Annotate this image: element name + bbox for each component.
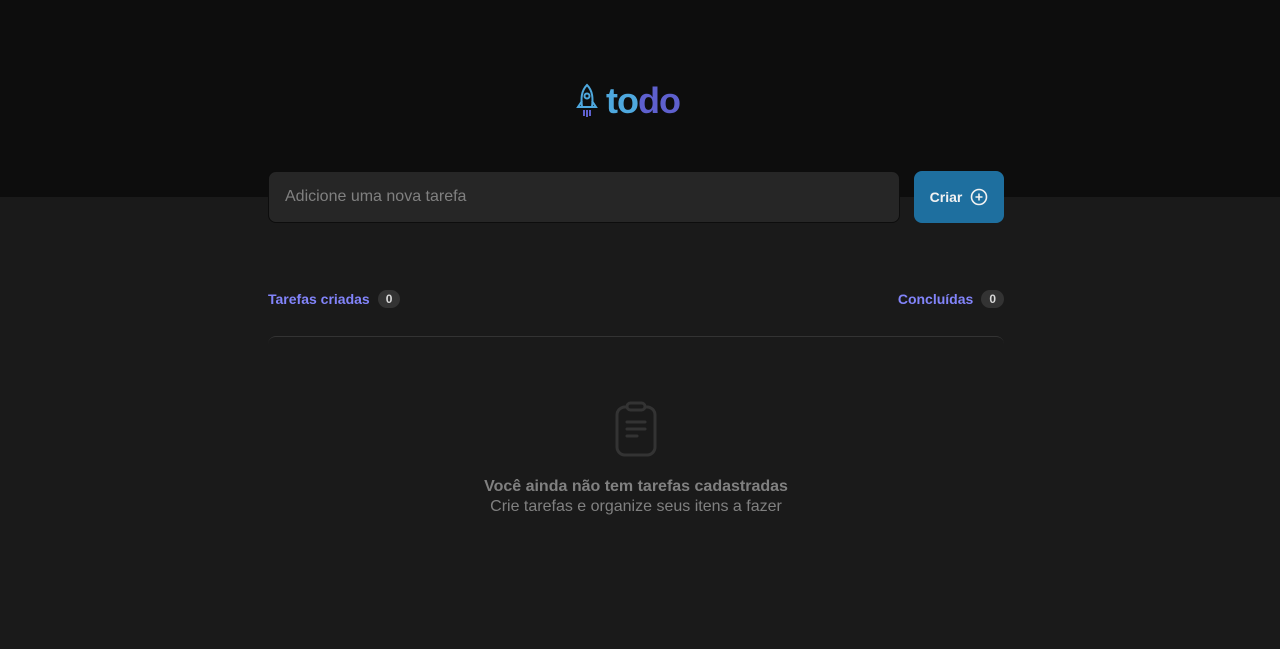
logo-part-do: do — [637, 80, 681, 121]
task-counters: Tarefas criadas 0 Concluídas 0 — [268, 290, 1004, 308]
empty-title: Você ainda não tem tarefas cadastradas — [484, 478, 788, 495]
logo: todo — [576, 80, 681, 122]
empty-state: Você ainda não tem tarefas cadastradas C… — [268, 401, 1004, 517]
done-count-badge: 0 — [981, 290, 1004, 308]
created-label: Tarefas criadas — [268, 291, 370, 307]
header: todo — [0, 0, 1280, 197]
logo-text: todo — [606, 80, 681, 122]
create-label: Criar — [929, 189, 963, 205]
clipboard-icon — [615, 401, 657, 457]
empty-subtitle: Crie tarefas e organize seus itens a faz… — [490, 498, 782, 515]
new-task-form: Criar — [268, 171, 1004, 223]
created-counter: Tarefas criadas 0 — [268, 290, 401, 308]
plus-circle-icon — [971, 188, 988, 206]
create-button[interactable]: Criar — [914, 171, 1004, 223]
rocket-icon — [576, 83, 598, 117]
logo-part-to: to — [606, 80, 639, 121]
new-task-input[interactable] — [268, 171, 900, 223]
done-label: Concluídas — [897, 291, 974, 307]
created-count-badge: 0 — [377, 290, 401, 308]
task-list: Você ainda não tem tarefas cadastradas C… — [268, 336, 1004, 556]
done-counter: Concluídas 0 — [898, 290, 1004, 308]
